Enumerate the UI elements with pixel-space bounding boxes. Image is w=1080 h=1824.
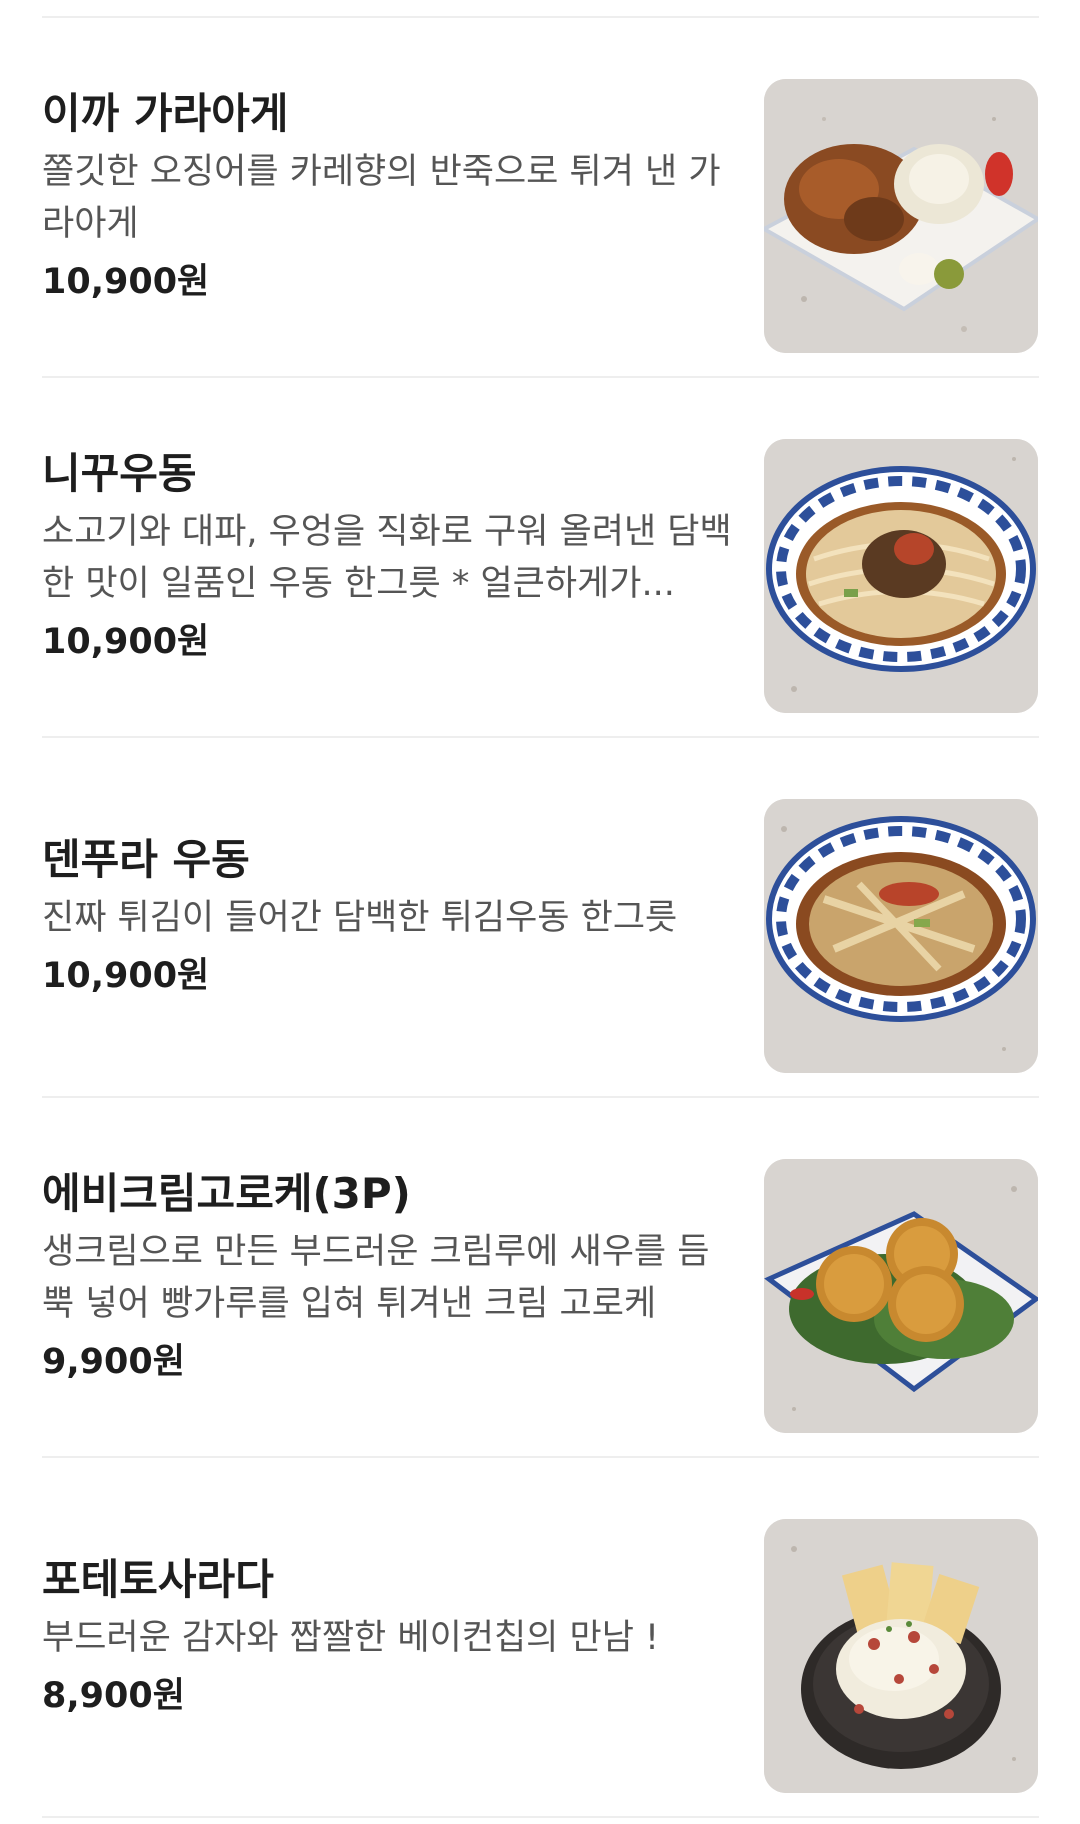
- menu-item-niku-udon[interactable]: 니꾸우동 소고기와 대파, 우엉을 직화로 구워 올려낸 담백한 맛이 일품인 …: [0, 378, 1080, 736]
- menu-item-squid-karaage[interactable]: 이까 가라아게 쫄깃한 오징어를 카레향의 반죽으로 튀겨 낸 가라아게 10,…: [0, 18, 1080, 376]
- menu-item-text: 이까 가라아게 쫄깃한 오징어를 카레향의 반죽으로 튀겨 낸 가라아게 10,…: [42, 18, 732, 376]
- menu-item-text: 포테토사라다 부드러운 감자와 짭짤한 베이컨칩의 만남 ! 8,900원: [42, 1458, 732, 1816]
- menu-item-potato-salad[interactable]: 포테토사라다 부드러운 감자와 짭짤한 베이컨칩의 만남 ! 8,900원: [0, 1458, 1080, 1816]
- menu-item-description: 쫄깃한 오징어를 카레향의 반죽으로 튀겨 낸 가라아게: [42, 152, 721, 244]
- divider: [42, 1816, 1039, 1818]
- menu-item-name: 에비크림고로케(3P): [42, 1169, 411, 1218]
- menu-item-description: 부드러운 감자와 짭짤한 베이컨칩의 만남 !: [42, 1618, 660, 1658]
- menu-item-tempura-udon[interactable]: 덴푸라 우동 진짜 튀김이 들어간 담백한 튀김우동 한그릇 10,900원: [0, 738, 1080, 1096]
- menu-item-price: 9,900원: [42, 1342, 185, 1382]
- menu-item-price: 8,900원: [42, 1676, 185, 1716]
- menu-item-price: 10,900원: [42, 622, 210, 662]
- menu-item-name: 이까 가라아게: [42, 89, 289, 138]
- menu-item-text: 니꾸우동 소고기와 대파, 우엉을 직화로 구워 올려낸 담백한 맛이 일품인 …: [42, 378, 732, 736]
- beef-udon-bowl-photo: [764, 439, 1038, 713]
- menu-item-image[interactable]: [764, 799, 1038, 1073]
- menu-item-text: 덴푸라 우동 진짜 튀김이 들어간 담백한 튀김우동 한그릇 10,900원: [42, 738, 732, 1096]
- menu-item-description: 소고기와 대파, 우엉을 직화로 구워 올려낸 담백한 맛이 일품인 우동 한그…: [42, 512, 732, 604]
- menu-item-image[interactable]: [764, 439, 1038, 713]
- menu-item-description: 생크림으로 만든 부드러운 크림루에 새우를 듬뿍 넣어 빵가루를 입혀 튀겨낸…: [42, 1232, 710, 1324]
- menu-item-price: 10,900원: [42, 262, 210, 302]
- menu-item-image[interactable]: [764, 1519, 1038, 1793]
- menu-list: 이까 가라아게 쫄깃한 오징어를 카레향의 반죽으로 튀겨 낸 가라아게 10,…: [0, 0, 1080, 1824]
- menu-item-image[interactable]: [764, 1159, 1038, 1433]
- potato-salad-photo: [764, 1519, 1038, 1793]
- menu-item-name: 덴푸라 우동: [42, 835, 250, 884]
- menu-item-price: 10,900원: [42, 956, 210, 996]
- menu-item-ebi-cream-croquette[interactable]: 에비크림고로케(3P) 생크림으로 만든 부드러운 크림루에 새우를 듬뿍 넣어…: [0, 1098, 1080, 1456]
- menu-item-text: 에비크림고로케(3P) 생크림으로 만든 부드러운 크림루에 새우를 듬뿍 넣어…: [42, 1098, 732, 1456]
- menu-item-name: 니꾸우동: [42, 449, 197, 498]
- menu-item-name: 포테토사라다: [42, 1555, 274, 1604]
- shrimp-cream-croquette-photo: [764, 1159, 1038, 1433]
- squid-karaage-plate-photo: [764, 79, 1038, 353]
- menu-item-image[interactable]: [764, 79, 1038, 353]
- menu-item-description: 진짜 튀김이 들어간 담백한 튀김우동 한그릇: [42, 898, 678, 938]
- tempura-udon-bowl-photo: [764, 799, 1038, 1073]
